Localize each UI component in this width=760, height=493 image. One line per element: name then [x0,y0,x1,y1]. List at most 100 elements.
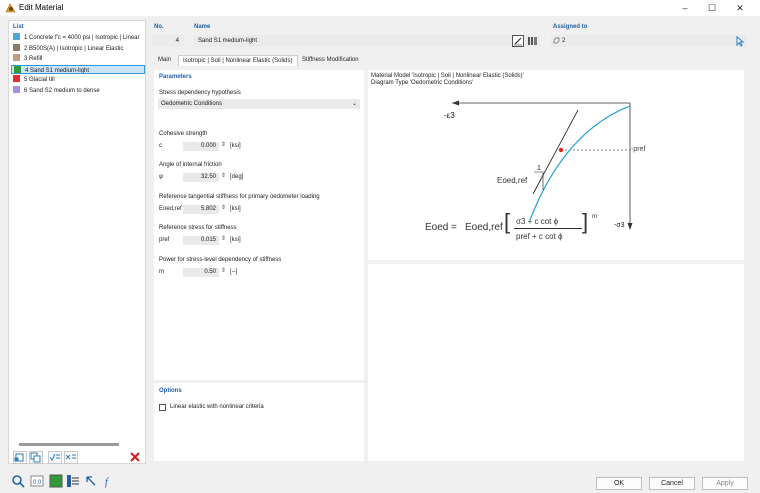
formula-numerator: σ3 + c cot ϕ [516,217,559,226]
material-library-button[interactable] [66,474,81,488]
m-input[interactable]: 0.50 [183,268,219,277]
list-item-label: 5 Glacial till [24,77,55,83]
list-item[interactable]: 1 Concrete f'c = 4000 psi | Isotropic | … [11,33,145,42]
tab-stiffness-modification[interactable]: Stiffness Modification [298,55,363,66]
color-swatch [13,85,20,93]
color-swatch [13,43,20,51]
library-icon [528,37,537,45]
m-symbol: m [159,269,164,275]
tangent-label: Reference tangential stiffness for prima… [159,194,320,200]
list-header: List [13,24,24,30]
color-button[interactable] [49,474,64,488]
list-item-label: 3 Refill [24,56,43,62]
c-symbol: c [159,143,162,149]
pref-unit: [ksi] [230,237,241,243]
list-item-label: 1 Concrete f'c = 4000 psi | Isotropic | … [24,35,140,41]
list-item[interactable]: 3 Refill [11,54,145,63]
list-item[interactable]: 6 Sand S2 medium to dense [11,85,145,95]
solid-icon [553,37,560,44]
copy-material-button[interactable] [29,451,43,464]
c-spinner[interactable]: ⇕ [221,141,227,148]
list-item[interactable]: 2 B500S(A) | Isotropic | Linear Elastic [11,43,145,53]
friction-label: Angle of internal friction [159,162,222,168]
library-tree-icon [67,475,79,487]
chevron-down-icon: ⌄ [351,101,357,107]
assigned-field[interactable]: 2 [551,35,747,47]
eoed-symbol: Eoed,ref [159,206,182,212]
search-icon [12,475,25,488]
c-input[interactable]: 0.000 [183,142,219,151]
window-title: Edit Material [19,3,64,12]
color-swatch [13,54,20,61]
library-button[interactable] [527,36,538,46]
pref-axis-label: -pref [631,146,646,153]
eoed-spinner[interactable]: ⇕ [221,204,227,211]
formula-button[interactable]: f [103,474,118,488]
eoed-ref-label: Eoed,ref [497,176,528,185]
units-button[interactable]: 0.0 [30,474,45,488]
name-label: Name [194,24,211,30]
cancel-button[interactable]: Cancel [649,477,695,490]
new-icon [14,453,24,462]
phi-spinner[interactable]: ⇕ [221,172,227,179]
phi-input[interactable]: 32.50 [183,173,219,182]
ok-button[interactable]: OK [596,477,642,490]
uncheck-list-icon [65,454,76,460]
function-icon: f [105,477,109,488]
material-icon [5,3,16,13]
slope-triangle [534,171,544,190]
no-field[interactable]: 4 [152,35,184,47]
secondary-diagram-panel [368,264,744,461]
apply-button[interactable]: Apply [702,477,748,490]
maximize-button[interactable]: ☐ [699,1,725,15]
check-button[interactable] [48,451,62,464]
list-item-label: 2 B500S(A) | Isotropic | Linear Elastic [24,45,124,52]
stress-dep-select[interactable]: Oedometric Conditions ⌄ [158,99,360,109]
strain-axis-arrowhead [452,100,459,106]
stress-strain-curve [529,105,631,221]
help-arrow-icon [86,476,96,486]
eoed-input[interactable]: 5.802 [183,205,219,214]
select-objects-button[interactable] [734,35,746,47]
search-button[interactable] [11,474,26,488]
new-material-button[interactable] [13,451,27,464]
stress-dep-value: Oedometric Conditions [161,101,223,107]
tab-isotropic-soil[interactable]: Isotropic | Soil | Nonlinear Elastic (So… [178,55,298,66]
stress-axis-arrowhead [627,223,633,230]
list-scrollbar[interactable] [19,443,119,446]
formula-bracket-left: [ [504,209,511,234]
uncheck-button[interactable] [64,451,78,464]
edit-name-button[interactable] [512,35,524,47]
close-button[interactable]: ✕ [727,1,753,15]
material-list-panel: List 1 Concrete f'c = 4000 psi | Isotrop… [8,20,146,464]
formula-fraction-bar [514,228,582,229]
copy-icon [30,452,41,463]
color-swatch-icon [49,474,63,488]
formula-equals: = [451,222,457,233]
delete-button[interactable] [129,451,141,463]
name-field[interactable]: Sand S1 medium-light [193,35,540,47]
diagram-panel: Material Model 'Isotropic | Soil | Nonli… [368,70,744,260]
sigma-label: -σ3 [614,222,625,229]
eps-label: -ε3 [444,111,455,120]
stress-dep-label: Stress dependency hypothesis [159,90,241,96]
list-item-label: 6 Sand S2 medium to dense [24,87,100,94]
linear-elastic-checkbox[interactable] [159,404,166,411]
units-icon: 0.0 [30,475,44,487]
tab-main[interactable]: Main [154,55,175,66]
minimize-button[interactable]: – [672,1,698,15]
edit-icon [514,37,522,46]
m-unit: [--] [230,269,238,275]
options-panel: Options Linear elastic with nonlinear cr… [154,383,364,461]
list-item[interactable]: 5 Glacial till [11,75,145,84]
m-spinner[interactable]: ⇕ [221,267,227,274]
pref-spinner[interactable]: ⇕ [221,235,227,242]
pref-input[interactable]: 0.015 [183,236,219,245]
list-item[interactable]: 4 Sand S1 medium-light [11,64,145,74]
reference-point [558,147,564,153]
cohesive-label: Cohesive strength [159,131,208,137]
options-title: Options [159,388,182,394]
pick-icon [736,35,745,47]
refstress-label: Reference stress for stiffness [159,225,237,231]
help-button[interactable] [84,474,99,488]
